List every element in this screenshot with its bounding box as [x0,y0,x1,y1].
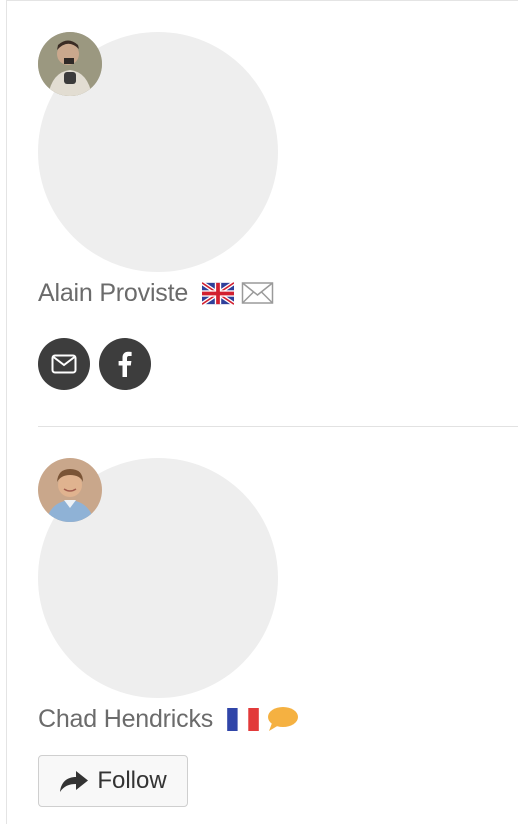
profile-divider [38,426,518,427]
avatar[interactable] [38,458,102,522]
speech-bubble-icon[interactable] [266,706,299,732]
profile-name[interactable]: Alain Proviste [38,279,188,308]
profile-name[interactable]: Chad Hendricks [38,705,213,734]
facebook-icon [118,351,132,377]
envelope-icon[interactable] [241,280,274,306]
follow-label: Follow [97,767,167,794]
social-links [38,338,151,390]
follow-button[interactable]: Follow [38,755,188,807]
profile-name-row: Chad Hendricks [38,703,299,735]
share-arrow-icon [60,771,89,792]
envelope-icon [51,354,77,374]
email-button[interactable] [38,338,90,390]
avatar[interactable] [38,32,102,96]
facebook-button[interactable] [99,338,151,390]
profile-name-row: Alain Proviste [38,277,274,309]
profile-list-panel: Alain Proviste Chad Hendricks Follow [6,0,518,824]
uk-flag-icon [202,281,235,305]
france-flag-icon [227,707,259,731]
